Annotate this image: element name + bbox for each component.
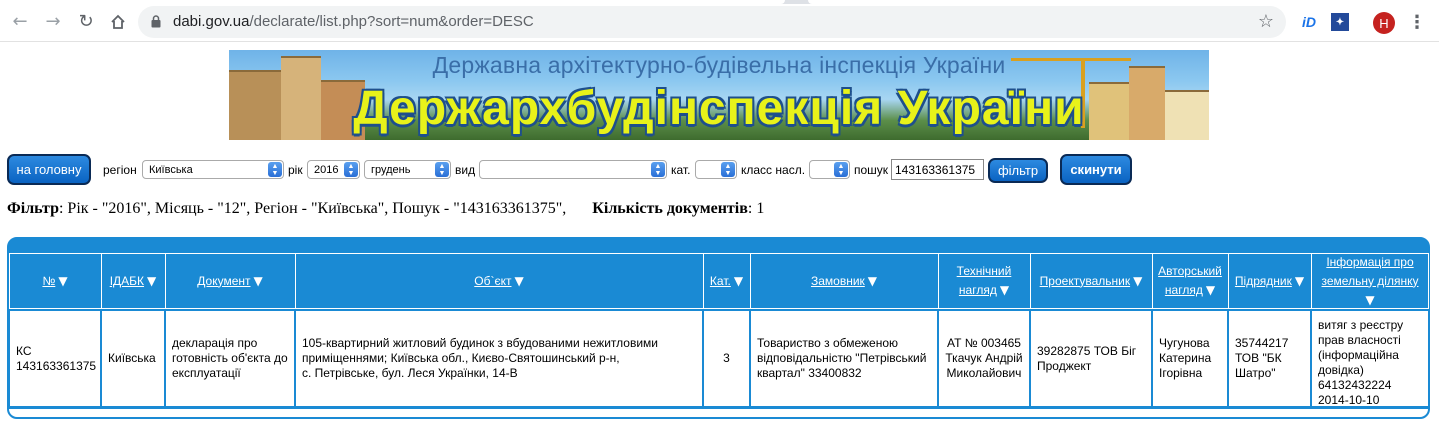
- reset-button[interactable]: скинути: [1060, 154, 1132, 185]
- month-select[interactable]: грудень ▲ ▼: [364, 160, 451, 179]
- filter-button[interactable]: фільтр: [988, 158, 1048, 183]
- sort-desc-icon: ▼: [1365, 292, 1375, 307]
- sort-desc-icon: ▼: [1133, 273, 1143, 288]
- filter-summary-label: Фільтр: [7, 200, 59, 217]
- sort-desc-icon: ▼: [1294, 273, 1305, 288]
- sort-desc-icon: ▼: [514, 273, 524, 288]
- table-cell-document: декларація про готовність об'єкта до експл…: [166, 311, 294, 406]
- sort-desc-icon: ▼: [253, 273, 263, 288]
- forward-arrow-icon[interactable]: →: [41, 10, 65, 34]
- table-cell-author-supervision: Чугунова Катерина Ігорівна: [1153, 311, 1227, 406]
- menu-kebab-icon[interactable]: ⋮: [1408, 10, 1426, 34]
- year-select[interactable]: 2016 ▲ ▼: [307, 160, 360, 179]
- table-cell-contractor: 35744217 ТОВ "БК Шатро": [1229, 311, 1310, 406]
- kind-select[interactable]: ▲ ▼: [479, 160, 667, 179]
- table-cell-category: 3: [704, 311, 749, 406]
- select-arrows-icon: ▲ ▼: [344, 162, 358, 177]
- extension-flag-icon[interactable]: ✦: [1331, 13, 1349, 31]
- header-designer[interactable]: Проектувальник ▼: [1031, 254, 1151, 308]
- table-cell-idabk: Київська: [102, 311, 164, 406]
- kind-label: вид: [455, 163, 476, 177]
- extension-id-icon[interactable]: iD: [1298, 12, 1320, 32]
- sort-desc-icon: ▼: [58, 273, 68, 288]
- table-cell-technical-supervision: АТ № 003465 Ткачук Андрій Миколайович: [939, 311, 1029, 406]
- sort-desc-icon: ▼: [147, 273, 157, 288]
- home-icon[interactable]: [106, 10, 130, 34]
- filter-summary: Фільтр: Рік - "2016", Місяць - "12", Рег…: [7, 200, 764, 218]
- profile-avatar[interactable]: H: [1373, 12, 1395, 34]
- class-label: класс насл.: [741, 163, 806, 177]
- document-count-label: Кількість документів: [592, 200, 748, 217]
- sort-desc-icon: ▼: [867, 273, 878, 288]
- select-arrows-icon: ▲ ▼: [435, 162, 449, 177]
- header-customer[interactable]: Замовник ▼: [751, 254, 937, 308]
- header-technical-supervision[interactable]: Технічний нагляд ▼: [939, 254, 1029, 308]
- table-cell-land-info: витяг з реєстру прав власності (інформацій…: [1312, 311, 1428, 407]
- region-label: регіон: [103, 163, 137, 177]
- lock-icon: [151, 15, 161, 28]
- bookmark-star-icon[interactable]: ☆: [1258, 11, 1274, 32]
- category-select[interactable]: ▲ ▼: [695, 160, 737, 179]
- header-document[interactable]: Документ ▼: [166, 254, 294, 308]
- category-label: кат.: [671, 163, 691, 177]
- header-category[interactable]: Кат. ▼: [704, 254, 749, 308]
- class-select[interactable]: ▲ ▼: [809, 160, 850, 179]
- header-land-info[interactable]: Інформація про земельну ділянку ▼: [1312, 254, 1428, 308]
- sort-desc-icon: ▼: [1205, 283, 1216, 297]
- region-select[interactable]: Київська ▲ ▼: [142, 160, 284, 179]
- sort-desc-icon: ▼: [999, 283, 1010, 297]
- sort-desc-icon: ▼: [733, 273, 744, 288]
- banner-title: Держархбудінспекція України: [353, 82, 1085, 135]
- select-arrows-icon: ▲ ▼: [834, 162, 848, 177]
- select-arrows-icon: ▲ ▼: [651, 162, 665, 177]
- tab-strip: [0, 0, 1439, 4]
- search-input[interactable]: 143163361375: [891, 159, 984, 180]
- home-button[interactable]: на головну: [7, 154, 91, 185]
- select-arrows-icon: ▲ ▼: [721, 162, 735, 177]
- table-cell-object: 105-квартирний житловий будинок з вбудов…: [296, 311, 702, 406]
- address-bar[interactable]: dabi.gov.ua/declarate/list.php?sort=num&…: [138, 6, 1286, 38]
- search-label: пошук: [854, 163, 889, 177]
- document-count-value: : 1: [747, 200, 765, 217]
- site-banner: Державна архітектурно-будівельна інспекц…: [229, 50, 1209, 140]
- back-arrow-icon[interactable]: ←: [8, 10, 32, 34]
- header-num[interactable]: № ▼: [10, 254, 100, 308]
- browser-toolbar: ← → ↻ dabi.gov.ua/declarate/list.php?sor…: [0, 0, 1439, 42]
- reload-icon[interactable]: ↻: [74, 10, 98, 34]
- header-contractor[interactable]: Підрядник ▼: [1229, 254, 1310, 308]
- url-text: dabi.gov.ua/declarate/list.php?sort=num&…: [173, 13, 534, 30]
- filter-summary-text: : Рік - "2016", Місяць - "12", Регіон - …: [58, 200, 567, 217]
- select-arrows-icon: ▲ ▼: [268, 162, 282, 177]
- table-cell-designer: 39282875 ТОВ Біг Проджект: [1031, 311, 1151, 406]
- year-label: рік: [288, 163, 303, 177]
- header-idabk[interactable]: ІДАБК ▼: [102, 254, 164, 308]
- header-author-supervision[interactable]: Авторський нагляд ▼: [1153, 254, 1227, 308]
- banner-subtitle: Державна архітектурно-будівельна інспекц…: [432, 52, 1006, 78]
- table-cell-customer: Товариство з обмеженою відповідальністю "…: [751, 311, 937, 406]
- header-object[interactable]: Об`єкт ▼: [296, 254, 702, 308]
- table-cell-num: КС 143163361375: [10, 311, 100, 406]
